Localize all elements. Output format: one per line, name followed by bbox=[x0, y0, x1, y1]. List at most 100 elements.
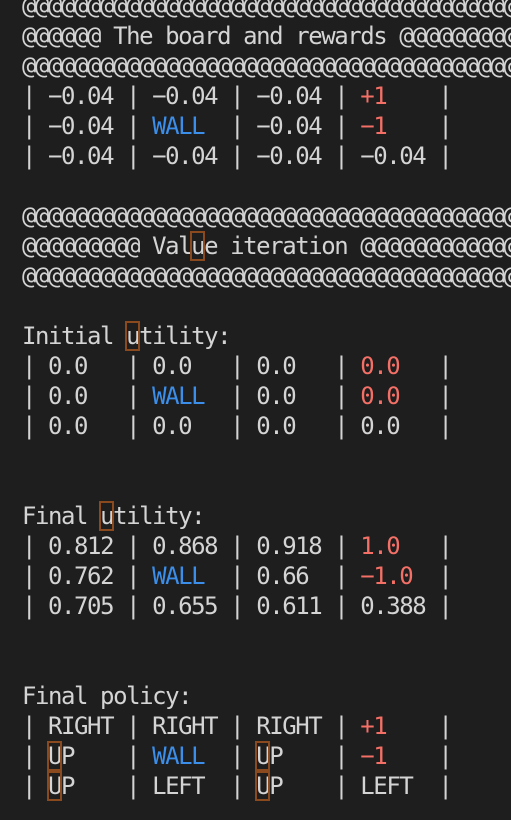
cell-separator: | bbox=[425, 742, 465, 770]
final-policy-row: | UP | WALL | UP | −1 | bbox=[22, 741, 464, 771]
cell-separator: | bbox=[113, 412, 153, 440]
grid-cell: −1 bbox=[360, 742, 426, 770]
cell-separator: | bbox=[113, 82, 153, 110]
cell-separator: | bbox=[425, 712, 465, 740]
grid-cell: −1 bbox=[360, 112, 426, 140]
grid-cell: 0.611 bbox=[256, 592, 322, 620]
cell-separator: | bbox=[113, 562, 153, 590]
grid-cell: 0.868 bbox=[152, 532, 218, 560]
grid-cell: UP bbox=[255, 771, 321, 801]
cell-separator: | bbox=[321, 712, 361, 740]
cell-separator: | bbox=[321, 112, 361, 140]
initial-utility-row: | 0.0 | WALL | 0.0 | 0.0 | bbox=[22, 381, 464, 411]
cell-separator: | bbox=[22, 412, 49, 440]
grid-cell: 0.388 bbox=[360, 592, 426, 620]
board-row: | −0.04 | WALL | −0.04 | −1 | bbox=[22, 111, 464, 141]
cell-separator: | bbox=[425, 772, 465, 800]
grid-cell: −0.04 bbox=[256, 112, 322, 140]
terminal-output: @@@@@@@@@@@@@@@@@@@@@@@@@@@@@@@@@@@@@@@@… bbox=[0, 0, 511, 820]
grid-cell: 0.0 bbox=[152, 352, 218, 380]
cell-separator: | bbox=[425, 82, 465, 110]
cell-separator: | bbox=[22, 742, 49, 770]
cell-separator: | bbox=[113, 142, 153, 170]
cell-separator: | bbox=[113, 532, 153, 560]
board-section-title: @@@@@@ The board and rewards @@@@@@@@@@@ bbox=[22, 22, 511, 50]
grid-cell: −0.04 bbox=[48, 142, 114, 170]
value-iteration-border-top: @@@@@@@@@@@@@@@@@@@@@@@@@@@@@@@@@@@@@@@@ bbox=[22, 202, 511, 230]
cell-separator: | bbox=[425, 142, 465, 170]
grid-cell: 0.0 bbox=[256, 382, 322, 410]
text-cursor-box: u bbox=[190, 231, 206, 261]
cell-separator: | bbox=[113, 742, 153, 770]
cell-separator: | bbox=[425, 592, 465, 620]
grid-cell: WALL bbox=[152, 562, 218, 590]
cell-separator: | bbox=[113, 352, 153, 380]
grid-cell: −0.04 bbox=[360, 142, 426, 170]
cell-separator: | bbox=[22, 352, 49, 380]
cell-separator: | bbox=[22, 532, 49, 560]
cell-separator: | bbox=[113, 382, 153, 410]
grid-cell: 0.66 bbox=[256, 562, 322, 590]
cell-separator: | bbox=[217, 412, 257, 440]
cell-separator: | bbox=[22, 82, 49, 110]
grid-cell: −0.04 bbox=[152, 142, 218, 170]
grid-cell: RIGHT bbox=[48, 712, 114, 740]
value-iteration-title: @@@@@@@@@ Value iteration @@@@@@@@@@@@@ bbox=[22, 231, 511, 261]
grid-cell: RIGHT bbox=[256, 712, 322, 740]
cell-separator: | bbox=[217, 532, 257, 560]
cell-separator: | bbox=[425, 532, 465, 560]
final-policy-row: | UP | LEFT | UP | LEFT | bbox=[22, 771, 464, 801]
cell-value-rest: P bbox=[61, 742, 114, 770]
initial-utility-row: | 0.0 | 0.0 | 0.0 | 0.0 | bbox=[22, 351, 464, 381]
grid-cell: 0.918 bbox=[256, 532, 322, 560]
final-policy-row: | RIGHT | RIGHT | RIGHT | +1 | bbox=[22, 711, 464, 741]
cell-separator: | bbox=[217, 142, 257, 170]
grid-cell: WALL bbox=[152, 112, 218, 140]
cell-separator: | bbox=[217, 772, 257, 800]
label-text-start: Final bbox=[22, 502, 101, 530]
grid-cell: 0.762 bbox=[48, 562, 114, 590]
text-cursor-box: u bbox=[99, 501, 115, 531]
cell-separator: | bbox=[321, 772, 361, 800]
cell-separator: | bbox=[425, 352, 465, 380]
grid-cell: −0.04 bbox=[256, 142, 322, 170]
cell-separator: | bbox=[321, 592, 361, 620]
final-utility-row: | 0.705 | 0.655 | 0.611 | 0.388 | bbox=[22, 591, 464, 621]
text-cursor-box: u bbox=[125, 321, 141, 351]
cell-separator: | bbox=[217, 352, 257, 380]
grid-cell: 0.0 bbox=[360, 382, 426, 410]
cell-separator: | bbox=[22, 382, 49, 410]
cell-separator: | bbox=[113, 712, 153, 740]
grid-cell: +1 bbox=[360, 712, 426, 740]
grid-cell: 0.0 bbox=[48, 382, 114, 410]
cell-separator: | bbox=[217, 742, 257, 770]
grid-cell: WALL bbox=[152, 742, 218, 770]
initial-utility-label: Initial utility: bbox=[22, 321, 232, 351]
initial-utility-row: | 0.0 | 0.0 | 0.0 | 0.0 | bbox=[22, 411, 464, 441]
cell-separator: | bbox=[22, 142, 49, 170]
cell-separator: | bbox=[22, 562, 49, 590]
grid-cell: 0.0 bbox=[256, 352, 322, 380]
label-text-start: Initial bbox=[22, 322, 127, 350]
cell-separator: | bbox=[321, 142, 361, 170]
text-cursor-box: U bbox=[47, 771, 62, 801]
text-cursor-box: U bbox=[255, 771, 271, 801]
grid-cell: −0.04 bbox=[256, 82, 322, 110]
final-utility-row: | 0.762 | WALL | 0.66 | −1.0 | bbox=[22, 561, 464, 591]
label-text-end: tility: bbox=[113, 502, 206, 530]
cell-separator: | bbox=[22, 712, 49, 740]
cell-separator: | bbox=[113, 592, 153, 620]
grid-cell: LEFT bbox=[152, 772, 218, 800]
board-row: | −0.04 | −0.04 | −0.04 | −0.04 | bbox=[22, 141, 464, 171]
cell-separator: | bbox=[217, 592, 257, 620]
cell-separator: | bbox=[217, 82, 257, 110]
cell-separator: | bbox=[321, 382, 361, 410]
board-border-top: @@@@@@@@@@@@@@@@@@@@@@@@@@@@@@@@@@@@@@@@ bbox=[22, 0, 511, 20]
cell-separator: | bbox=[22, 112, 49, 140]
cell-separator: | bbox=[217, 112, 257, 140]
grid-cell: −0.04 bbox=[48, 112, 114, 140]
cell-separator: | bbox=[425, 382, 465, 410]
value-iteration-border-bottom: @@@@@@@@@@@@@@@@@@@@@@@@@@@@@@@@@@@@@@@@ bbox=[22, 262, 511, 290]
label-text-end: tility: bbox=[139, 322, 232, 350]
grid-cell: UP bbox=[47, 741, 114, 771]
